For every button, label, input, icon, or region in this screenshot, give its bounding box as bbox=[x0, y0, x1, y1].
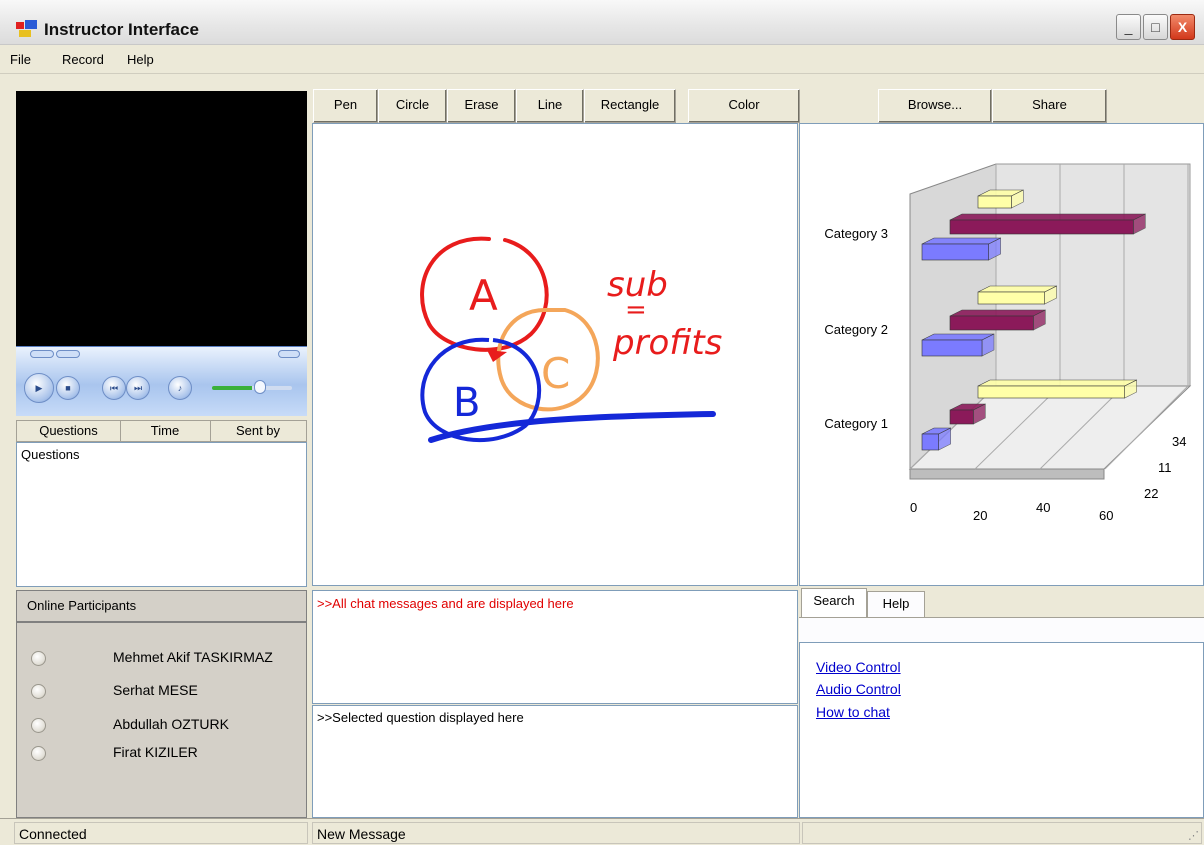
share-button[interactable]: Share bbox=[992, 89, 1107, 123]
browse-button[interactable]: Browse... bbox=[878, 89, 992, 123]
chat-messages-text: >>All chat messages and are displayed he… bbox=[317, 596, 574, 611]
column-time[interactable]: Time bbox=[120, 421, 211, 441]
mute-icon[interactable]: ♪ bbox=[168, 376, 192, 400]
chart-category-label: Category 3 bbox=[824, 226, 888, 241]
participant-radio-2[interactable] bbox=[31, 684, 46, 699]
player-expand-handle[interactable] bbox=[278, 350, 300, 358]
chart-bar bbox=[921, 433, 939, 451]
questions-list-text: Questions bbox=[21, 447, 80, 462]
chat-messages-area[interactable]: >>All chat messages and are displayed he… bbox=[312, 590, 798, 704]
chart-x-tick: 40 bbox=[1036, 500, 1050, 515]
player-mode-handle[interactable] bbox=[56, 350, 80, 358]
chart-bar bbox=[921, 243, 989, 261]
chart-category-label: Category 2 bbox=[824, 322, 888, 337]
media-player-controls: ▶ ■ ⏮ ⏭ ♪ bbox=[16, 346, 307, 416]
tab-page-strip bbox=[799, 617, 1204, 643]
link-audio-control[interactable]: Audio Control bbox=[816, 681, 901, 697]
chart-panel: Category 1 Category 2 Category 3 0 20 40 60 34 1… bbox=[799, 123, 1204, 586]
participant-name-4: Firat KIZILER bbox=[113, 744, 198, 760]
questions-header: Questions Time Sent by bbox=[16, 420, 307, 442]
status-connection: Connected bbox=[14, 822, 308, 844]
menu-help[interactable]: Help bbox=[127, 52, 154, 67]
circle-tool-button[interactable]: Circle bbox=[378, 89, 447, 123]
help-links-panel: Video Control Audio Control How to chat bbox=[799, 642, 1204, 818]
selected-question-area[interactable]: >>Selected question displayed here bbox=[312, 705, 798, 818]
chart-bar bbox=[977, 195, 1012, 209]
tab-help[interactable]: Help bbox=[867, 591, 925, 618]
chart-bar-top bbox=[949, 309, 1046, 317]
status-message: New Message bbox=[312, 822, 800, 844]
chart-bar-top bbox=[977, 285, 1057, 293]
erase-tool-button[interactable]: Erase bbox=[447, 89, 516, 123]
volume-slider[interactable] bbox=[212, 386, 292, 390]
chart-bar-top bbox=[977, 379, 1137, 387]
drawn-text-profits: profits bbox=[612, 323, 722, 363]
participant-name-2: Serhat MESE bbox=[113, 682, 198, 698]
resize-grip-icon[interactable]: ⋰ bbox=[1188, 829, 1199, 842]
chart-bar bbox=[977, 291, 1045, 305]
participant-radio-1[interactable] bbox=[31, 651, 46, 666]
column-sent-by[interactable]: Sent by bbox=[210, 421, 306, 441]
maximize-button[interactable]: □ bbox=[1143, 14, 1168, 40]
participants-header: Online Participants bbox=[27, 598, 137, 613]
app-icon bbox=[16, 20, 38, 38]
previous-icon[interactable]: ⏮ bbox=[102, 376, 126, 400]
selected-question-text: >>Selected question displayed here bbox=[317, 710, 524, 725]
chart-x-tick: 20 bbox=[973, 508, 987, 523]
player-size-handle[interactable] bbox=[30, 350, 54, 358]
chart-bar bbox=[977, 385, 1125, 399]
participants-header-bar: Online Participants bbox=[17, 591, 306, 623]
menu-record[interactable]: Record bbox=[62, 52, 104, 67]
color-button[interactable]: Color bbox=[688, 89, 800, 123]
rectangle-tool-button[interactable]: Rectangle bbox=[584, 89, 676, 123]
status-bar: Connected New Message ⋰ bbox=[0, 818, 1204, 845]
window-title: Instructor Interface bbox=[44, 20, 199, 39]
chart-category-label: Category 1 bbox=[824, 416, 888, 431]
volume-thumb[interactable] bbox=[254, 380, 266, 394]
chart-back-panel bbox=[995, 163, 1191, 387]
bar-chart: Category 1 Category 2 Category 3 0 20 40 60 341… bbox=[824, 163, 1192, 523]
menu-bar: File Record Help bbox=[0, 46, 1204, 74]
tab-search[interactable]: Search bbox=[801, 588, 867, 618]
chart-x-tick: 60 bbox=[1099, 508, 1113, 523]
drawn-letter-c: C bbox=[541, 349, 570, 398]
video-display bbox=[16, 91, 307, 346]
drawn-letter-b: B bbox=[453, 380, 480, 426]
play-icon[interactable]: ▶ bbox=[24, 373, 54, 403]
drawn-text-equals: = bbox=[625, 295, 647, 325]
chart-depth-tick: 34 bbox=[1172, 434, 1186, 449]
link-how-to-chat[interactable]: How to chat bbox=[816, 704, 890, 720]
line-tool-button[interactable]: Line bbox=[516, 89, 584, 123]
chart-bar bbox=[949, 315, 1034, 331]
drawn-letter-a: A bbox=[469, 271, 498, 320]
next-icon[interactable]: ⏭ bbox=[126, 376, 150, 400]
participant-radio-4[interactable] bbox=[31, 746, 46, 761]
chart-bar bbox=[949, 409, 974, 425]
participant-name-3: Abdullah OZTURK bbox=[113, 716, 229, 732]
chart-depth-tick: 22 bbox=[1144, 486, 1158, 501]
status-empty bbox=[802, 822, 1202, 844]
minimize-button[interactable]: _ bbox=[1116, 14, 1141, 40]
chart-bar bbox=[921, 339, 983, 357]
pen-tool-button[interactable]: Pen bbox=[313, 89, 378, 123]
chart-bar bbox=[949, 219, 1134, 235]
participant-name-1: Mehmet Akif TASKIRMAZ bbox=[113, 649, 273, 665]
participants-panel: Online Participants Mehmet Akif TASKIRMA… bbox=[16, 590, 307, 818]
stop-icon[interactable]: ■ bbox=[56, 376, 80, 400]
whiteboard-canvas[interactable]: A C B sub = profits bbox=[312, 123, 798, 586]
close-button[interactable]: X bbox=[1170, 14, 1195, 40]
tab-strip: Search Help bbox=[799, 586, 1204, 643]
chart-bar-top bbox=[949, 213, 1146, 221]
questions-list[interactable]: Questions bbox=[16, 442, 307, 587]
link-video-control[interactable]: Video Control bbox=[816, 659, 901, 675]
chart-x-tick: 0 bbox=[910, 500, 917, 515]
chart-bar-top bbox=[921, 237, 1001, 245]
participant-radio-3[interactable] bbox=[31, 718, 46, 733]
chart-depth-tick: 11 bbox=[1158, 460, 1172, 475]
menu-file[interactable]: File bbox=[10, 52, 31, 67]
chart-floor-edge bbox=[909, 468, 1105, 480]
column-questions[interactable]: Questions bbox=[17, 421, 121, 441]
